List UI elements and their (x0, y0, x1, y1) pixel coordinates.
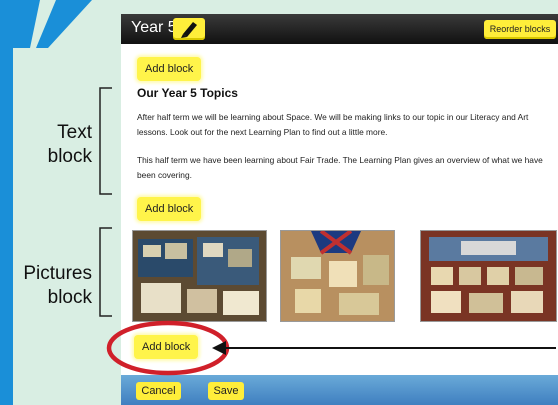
arrow-head (212, 341, 226, 355)
highlight-ellipse (106, 320, 230, 376)
highlight-overlay (106, 320, 556, 376)
